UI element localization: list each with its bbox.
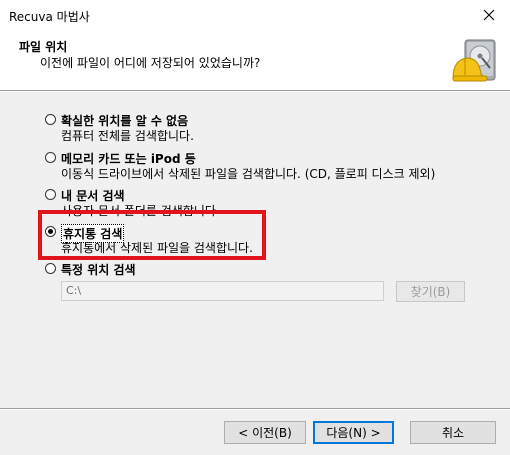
option-description: 사용자 문서 폴더를 검색합니다 (61, 204, 216, 218)
option-description: 컴퓨터 전체를 검색합니다. (61, 129, 194, 143)
step-title: 파일 위치 (19, 40, 68, 54)
close-button[interactable] (476, 2, 502, 28)
radio-specific-location[interactable] (45, 263, 56, 274)
footer-divider (0, 408, 510, 410)
option-label: 특정 위치 검색 (61, 263, 136, 277)
window-title: Recuva 마법사 (9, 10, 90, 24)
location-path-input[interactable]: C:\ (61, 281, 384, 301)
radio-recycle-bin[interactable] (45, 226, 56, 237)
header-divider (0, 90, 510, 92)
back-button[interactable]: < 이전(B) (224, 421, 306, 444)
recuva-logo-icon (452, 39, 496, 82)
radio-my-documents[interactable] (45, 189, 56, 200)
wizard-header: 파일 위치 이전에 파일이 어디에 저장되어 있었습니까? (0, 30, 510, 90)
cancel-button[interactable]: 취소 (410, 421, 496, 444)
radio-memory-card[interactable] (45, 152, 56, 163)
next-button[interactable]: 다음(N) > (313, 421, 394, 444)
close-icon (483, 9, 495, 21)
radio-unknown-location[interactable] (45, 114, 56, 125)
step-subtitle: 이전에 파일이 어디에 저장되어 있었습니까? (40, 56, 261, 70)
option-description: 휴지통에서 삭제된 파일을 검색합니다. (61, 241, 253, 255)
title-bar: Recuva 마법사 (0, 0, 510, 30)
browse-button[interactable]: 찾기(B) (396, 281, 465, 302)
option-description: 이동식 드라이브에서 삭제된 파일을 검색합니다. (CD, 플로피 디스크 제… (61, 167, 436, 181)
